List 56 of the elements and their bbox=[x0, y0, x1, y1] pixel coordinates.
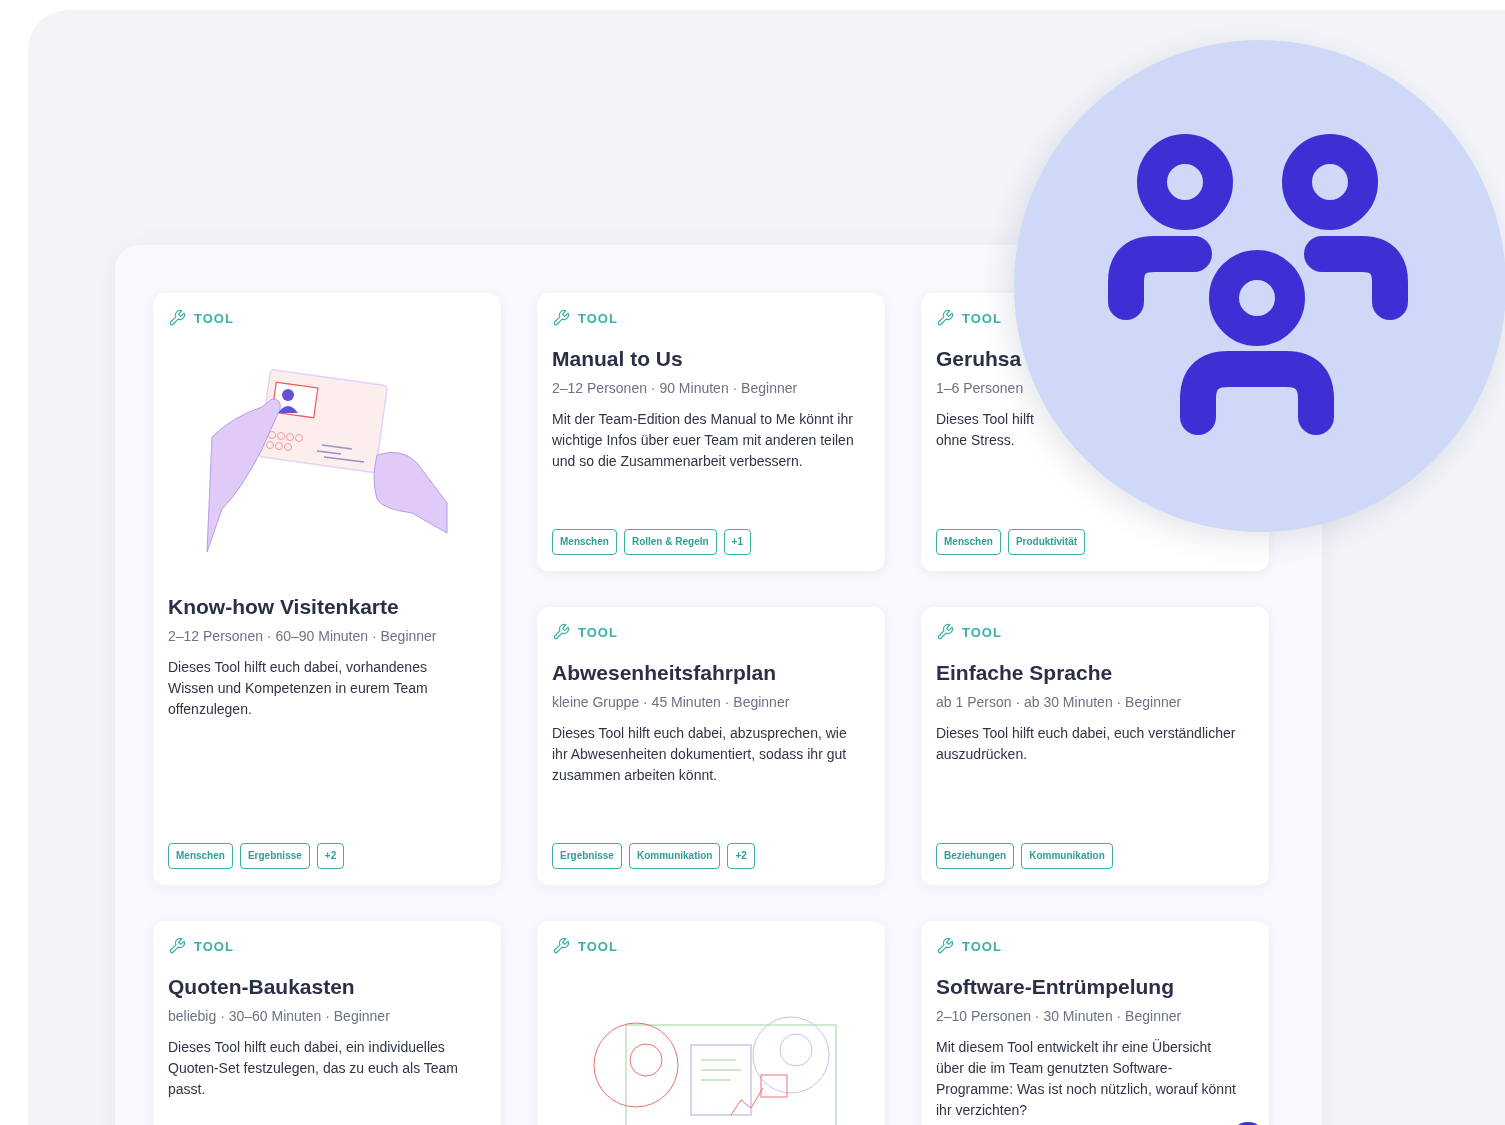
topic-tag[interactable]: Menschen bbox=[552, 529, 617, 555]
card-meta: ab 1 Person · ab 30 Minuten · Beginner bbox=[936, 694, 1183, 710]
card-meta: 1–6 Personen bbox=[936, 380, 1025, 396]
card-description: Dieses Tool hilft euch dabei, ein individuelles Quoten-Set festzulegen, das zu euch als Team passt. bbox=[168, 1038, 460, 1099]
tool-card[interactable]: TOOL bbox=[537, 921, 885, 1125]
wrench-icon bbox=[168, 937, 186, 955]
category-label: TOOL bbox=[962, 938, 1002, 954]
topic-tag[interactable]: Menschen bbox=[168, 843, 233, 869]
topic-tag[interactable]: Rollen & Regeln bbox=[623, 529, 717, 555]
wrench-icon bbox=[936, 937, 954, 955]
tool-card[interactable] bbox=[537, 607, 885, 885]
tool-card[interactable]: TOOL Quoten-Baukasten beliebig · 30–60 Minuten · Beginner Dieses Tool hilft euch dabei, ein individuelles Quoten-Set festzulegen, das zu euch als Team passt. bbox=[153, 921, 501, 1125]
category-label: TOOL bbox=[578, 310, 618, 326]
wrench-icon bbox=[552, 623, 570, 641]
card-title: Einfache Sprache bbox=[936, 661, 1114, 685]
topic-tag[interactable]: +2 bbox=[727, 843, 755, 869]
card-description: Mit diesem Tool entwickelt ihr eine Übersicht über die im Team genutzten Software-Programme: Was ist noch nützlich, worauf könnt ihr verzichten? bbox=[936, 1038, 1237, 1120]
card-meta: kleine Gruppe · 45 Minuten · Beginner bbox=[552, 694, 791, 710]
card-description: Dieses Tool hilft ohne Stress. bbox=[936, 410, 1035, 450]
wrench-icon bbox=[552, 937, 570, 955]
topic-tag[interactable]: Produktivität bbox=[1007, 529, 1086, 555]
topic-tag[interactable]: Kommunikation bbox=[1021, 843, 1113, 869]
card-meta: 2–12 Personen · 60–90 Minuten · Beginner bbox=[168, 628, 438, 644]
card-description: Dieses Tool hilft euch dabei, euch verständlicher auszudrücken. bbox=[936, 724, 1237, 764]
card-description: Dieses Tool hilft euch dabei, vorhandenes Wissen und Kompetenzen in eurem Team offenzulegen. bbox=[168, 658, 429, 719]
card-title: Know-how Visitenkarte bbox=[168, 595, 400, 619]
category-label: TOOL bbox=[578, 938, 618, 954]
wrench-icon bbox=[936, 623, 954, 641]
category-label: TOOL bbox=[194, 310, 234, 326]
card-description: Dieses Tool hilft euch dabei, abzusprechen, wie ihr Abwesenheiten dokumentiert, sodass ihr gut zusammen arbeiten könnt. bbox=[552, 724, 848, 785]
tool-card[interactable]: TOOL Einfache Sprache ab 1 Person · ab 30 Minuten · Beginner Dieses Tool hilft euch dabei, euch verständlicher auszudrücken. Beziehungen Kommunikation bbox=[921, 607, 1269, 885]
card-meta: 2–10 Personen · 30 Minuten · Beginner bbox=[936, 1008, 1183, 1024]
tool-card[interactable]: TOOL Know-how Visitenkarte 2–12 Personen · 60–90 Minuten · Beginner Dieses Tool hilft euch dabei, vorhandenes Wissen und Kompetenzen in eurem Team offenzulegen. Menschen Ergebnisse +2 bbox=[153, 293, 501, 885]
category-label: TOOL bbox=[578, 624, 618, 640]
category-label: TOOL bbox=[962, 310, 1002, 326]
card-title: Abwesenheitsfahrplan bbox=[552, 661, 778, 685]
card-title: Geruhsa bbox=[936, 347, 1023, 371]
card-title: Manual to Us bbox=[552, 347, 684, 371]
card-meta: 2–12 Personen · 90 Minuten · Beginner bbox=[552, 380, 799, 396]
topic-tag[interactable]: +2 bbox=[316, 843, 345, 869]
wrench-icon bbox=[552, 309, 570, 327]
topic-tag[interactable]: Ergebnisse bbox=[239, 843, 310, 869]
topic-tag[interactable]: Kommunikation bbox=[628, 843, 721, 869]
card-description: Mit der Team-Edition des Manual to Me könnt ihr wichtige Infos über euer Team mit anderen teilen und so die Zusammenarbeit verbessern. bbox=[552, 410, 855, 471]
wrench-icon bbox=[168, 309, 186, 327]
card-title: Quoten-Baukasten bbox=[168, 975, 356, 999]
tool-card[interactable] bbox=[537, 293, 885, 571]
topic-tag[interactable]: Menschen bbox=[936, 529, 1001, 555]
card-meta: beliebig · 30–60 Minuten · Beginner bbox=[168, 1008, 391, 1024]
topic-tag[interactable]: +1 bbox=[723, 529, 751, 555]
wrench-icon bbox=[936, 309, 954, 327]
topic-tag[interactable]: Beziehungen bbox=[936, 843, 1015, 869]
category-label: TOOL bbox=[194, 938, 234, 954]
card-title: Software-Entrümpelung bbox=[936, 975, 1175, 999]
category-label: TOOL bbox=[962, 624, 1002, 640]
topic-tag[interactable]: Ergebnisse bbox=[552, 843, 622, 869]
